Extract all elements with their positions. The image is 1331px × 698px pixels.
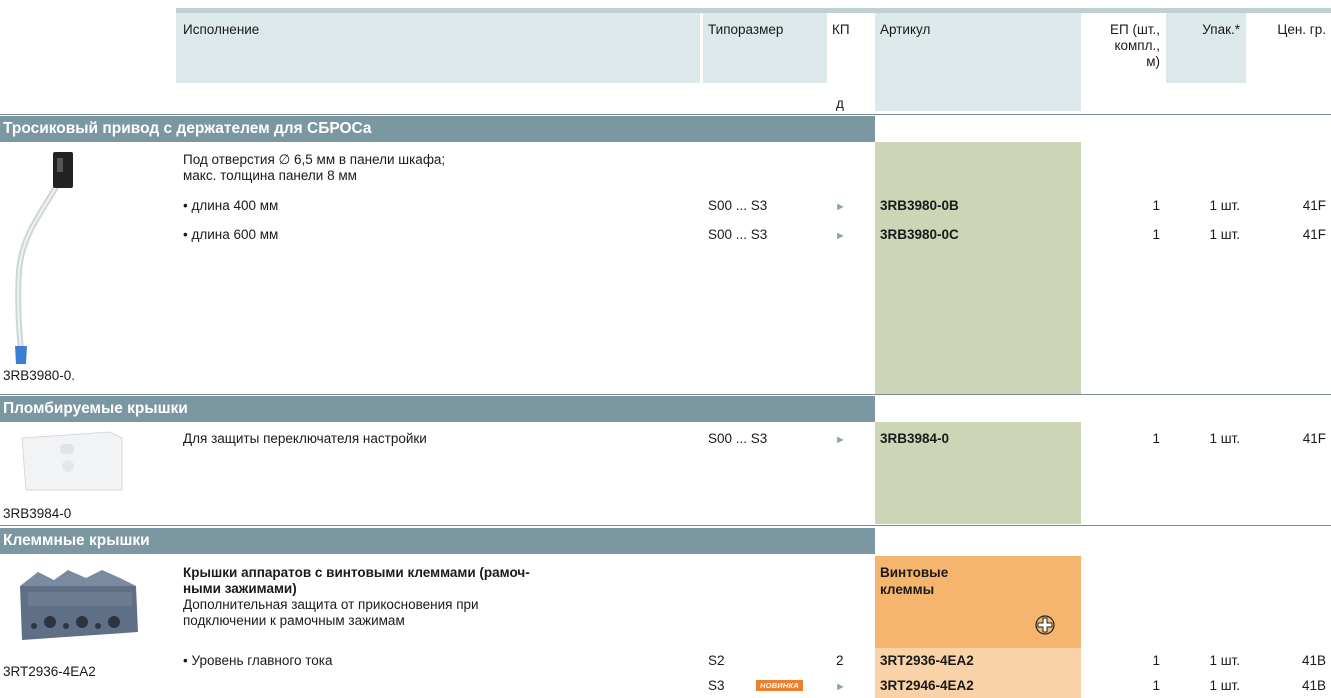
row-description: • Уровень главного тока (183, 653, 333, 668)
row-kp-arrow: ► (835, 681, 846, 693)
row-kp-arrow: ► (835, 230, 846, 242)
article-column-bg (875, 142, 1081, 394)
row-size: S00 ... S3 (708, 431, 768, 446)
terminal-label: клеммы (880, 582, 935, 597)
description-line: макс. толщина панели 8 мм (183, 168, 357, 183)
row-article[interactable]: 3RT2946-4EA2 (880, 678, 974, 694)
row-ep: 1 (1152, 198, 1160, 213)
row-price-group: 41F (1302, 431, 1326, 446)
row-pack: 1 шт. (1209, 227, 1240, 242)
row-size: S00 ... S3 (708, 198, 768, 213)
row-article[interactable]: 3RB3984-0 (880, 431, 949, 447)
row-ep: 1 (1152, 653, 1160, 668)
row-size: S2 (708, 653, 725, 668)
row-ep: 1 (1152, 678, 1160, 693)
row-pack: 1 шт. (1209, 431, 1240, 446)
description-line: Под отверстия ∅ 6,5 мм в панели шкафа; (183, 152, 446, 167)
row-price-group: 41B (1301, 678, 1326, 693)
row-price-group: 41F (1302, 227, 1326, 242)
description-line: подключении к рамочным зажимам (183, 613, 405, 628)
row-kp-arrow: ► (835, 201, 846, 213)
header-pack: Упак.* (1202, 22, 1240, 37)
row-article[interactable]: 3RB3980-0B (880, 198, 959, 214)
row-price-group: 41B (1301, 653, 1326, 668)
row-ep: 1 (1152, 227, 1160, 242)
header-article: Артикул (880, 22, 931, 37)
cable-drive-image (5, 150, 85, 370)
section-title-cable-drive: Тросиковый привод с держателем для СБРОС… (0, 116, 875, 142)
section-divider (0, 525, 1331, 526)
row-description: • длина 600 мм (183, 227, 279, 242)
image-caption: 3RB3984-0 (3, 506, 72, 521)
row-pack: 1 шт. (1209, 198, 1240, 213)
image-caption: 3RT2936-4EA2 (3, 664, 96, 679)
terminal-cover-image (14, 562, 142, 648)
header-ep: ЕП (шт., компл., м) (1110, 22, 1160, 69)
row-article[interactable]: 3RT2936-4EA2 (880, 653, 974, 669)
section-title-sealable-covers: Пломбируемые крышки (0, 396, 875, 422)
terminal-label: Винтовые (880, 565, 949, 580)
row-pack: 1 шт. (1209, 653, 1240, 668)
header-price-group: Цен. гр. (1277, 22, 1326, 37)
section-divider (0, 394, 1331, 395)
row-description: Для защиты переключателя настройки (183, 431, 427, 446)
row-description: • длина 400 мм (183, 198, 279, 213)
row-price-group: 41F (1302, 198, 1326, 213)
row-kp: 2 (836, 653, 844, 668)
sealable-cover-image (20, 430, 130, 496)
header-execution: Исполнение (183, 22, 260, 37)
row-pack: 1 шт. (1209, 678, 1240, 693)
section-title-terminal-covers: Клеммные крышки (0, 528, 875, 554)
section-divider (0, 114, 1331, 115)
row-size: S3 (708, 678, 725, 693)
header-kp-sub: д (836, 96, 844, 111)
header-size: Типоразмер (708, 22, 784, 37)
row-kp-arrow: ► (835, 434, 846, 446)
row-article[interactable]: 3RB3980-0C (880, 227, 959, 243)
row-size: S00 ... S3 (708, 227, 768, 242)
product-heading: ными зажимами) (183, 581, 297, 596)
description-line: Дополнительная защита от прикосновения п… (183, 597, 479, 612)
header-kp: КП (832, 22, 850, 37)
new-badge: НОВИНКА (756, 680, 803, 691)
image-caption: 3RB3980-0. (3, 368, 76, 383)
screw-terminal-icon (1034, 614, 1056, 636)
row-ep: 1 (1152, 431, 1160, 446)
product-heading: Крышки аппаратов с винтовыми клеммами (р… (183, 565, 530, 580)
